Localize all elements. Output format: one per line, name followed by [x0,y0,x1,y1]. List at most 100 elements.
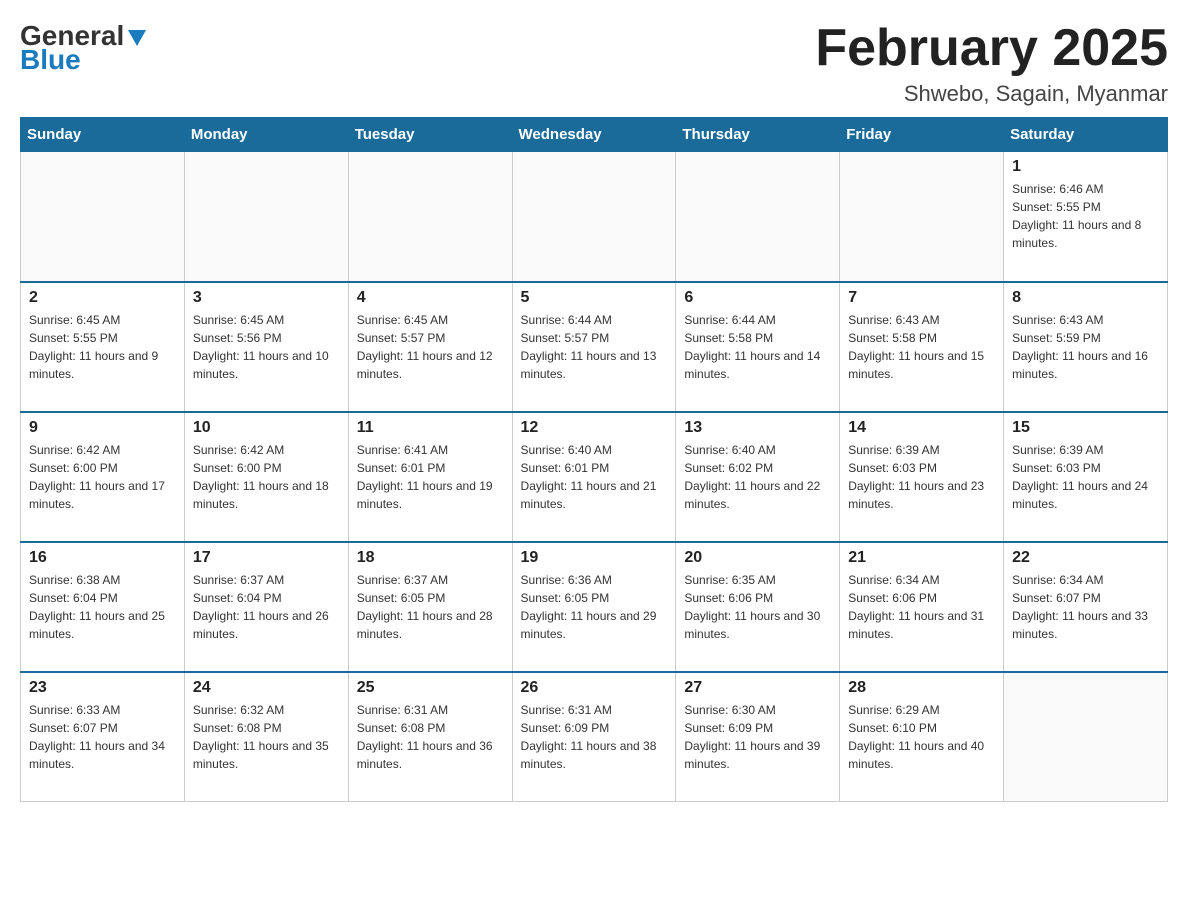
day-number: 20 [684,549,831,567]
table-row: 23 Sunrise: 6:33 AMSunset: 6:07 PMDayligh… [21,672,185,802]
day-number: 27 [684,679,831,697]
day-number: 22 [1012,549,1159,567]
day-info: Sunrise: 6:40 AMSunset: 6:02 PMDaylight:… [684,441,831,513]
table-row: 3 Sunrise: 6:45 AMSunset: 5:56 PMDaylight… [184,282,348,412]
col-thursday: Thursday [676,118,840,152]
table-row: 28 Sunrise: 6:29 AMSunset: 6:10 PMDayligh… [840,672,1004,802]
table-row: 19 Sunrise: 6:36 AMSunset: 6:05 PMDayligh… [512,542,676,672]
day-info: Sunrise: 6:34 AMSunset: 6:07 PMDaylight:… [1012,571,1159,643]
day-info: Sunrise: 6:45 AMSunset: 5:57 PMDaylight:… [357,311,504,383]
col-wednesday: Wednesday [512,118,676,152]
day-info: Sunrise: 6:35 AMSunset: 6:06 PMDaylight:… [684,571,831,643]
day-info: Sunrise: 6:32 AMSunset: 6:08 PMDaylight:… [193,701,340,773]
day-number: 25 [357,679,504,697]
table-row: 26 Sunrise: 6:31 AMSunset: 6:09 PMDayligh… [512,672,676,802]
day-number: 9 [29,419,176,437]
title-block: February 2025 Shwebo, Sagain, Myanmar [815,20,1168,107]
day-info: Sunrise: 6:29 AMSunset: 6:10 PMDaylight:… [848,701,995,773]
day-info: Sunrise: 6:34 AMSunset: 6:06 PMDaylight:… [848,571,995,643]
col-saturday: Saturday [1004,118,1168,152]
day-info: Sunrise: 6:45 AMSunset: 5:56 PMDaylight:… [193,311,340,383]
day-number: 13 [684,419,831,437]
table-row: 18 Sunrise: 6:37 AMSunset: 6:05 PMDayligh… [348,542,512,672]
table-row [184,152,348,282]
day-info: Sunrise: 6:41 AMSunset: 6:01 PMDaylight:… [357,441,504,513]
day-info: Sunrise: 6:37 AMSunset: 6:05 PMDaylight:… [357,571,504,643]
day-number: 4 [357,289,504,307]
day-number: 3 [193,289,340,307]
day-info: Sunrise: 6:39 AMSunset: 6:03 PMDaylight:… [848,441,995,513]
day-number: 19 [521,549,668,567]
table-row: 5 Sunrise: 6:44 AMSunset: 5:57 PMDaylight… [512,282,676,412]
table-row: 16 Sunrise: 6:38 AMSunset: 6:04 PMDayligh… [21,542,185,672]
day-info: Sunrise: 6:39 AMSunset: 6:03 PMDaylight:… [1012,441,1159,513]
day-info: Sunrise: 6:44 AMSunset: 5:57 PMDaylight:… [521,311,668,383]
day-info: Sunrise: 6:37 AMSunset: 6:04 PMDaylight:… [193,571,340,643]
day-info: Sunrise: 6:30 AMSunset: 6:09 PMDaylight:… [684,701,831,773]
table-row: 11 Sunrise: 6:41 AMSunset: 6:01 PMDayligh… [348,412,512,542]
day-info: Sunrise: 6:31 AMSunset: 6:08 PMDaylight:… [357,701,504,773]
day-info: Sunrise: 6:36 AMSunset: 6:05 PMDaylight:… [521,571,668,643]
day-info: Sunrise: 6:31 AMSunset: 6:09 PMDaylight:… [521,701,668,773]
table-row: 25 Sunrise: 6:31 AMSunset: 6:08 PMDayligh… [348,672,512,802]
day-info: Sunrise: 6:44 AMSunset: 5:58 PMDaylight:… [684,311,831,383]
day-info: Sunrise: 6:40 AMSunset: 6:01 PMDaylight:… [521,441,668,513]
col-sunday: Sunday [21,118,185,152]
day-info: Sunrise: 6:42 AMSunset: 6:00 PMDaylight:… [193,441,340,513]
table-row: 8 Sunrise: 6:43 AMSunset: 5:59 PMDaylight… [1004,282,1168,412]
day-number: 8 [1012,289,1159,307]
day-info: Sunrise: 6:46 AMSunset: 5:55 PMDaylight:… [1012,180,1159,252]
table-row: 27 Sunrise: 6:30 AMSunset: 6:09 PMDayligh… [676,672,840,802]
col-friday: Friday [840,118,1004,152]
day-number: 28 [848,679,995,697]
day-number: 18 [357,549,504,567]
day-number: 6 [684,289,831,307]
day-info: Sunrise: 6:43 AMSunset: 5:59 PMDaylight:… [1012,311,1159,383]
table-row: 7 Sunrise: 6:43 AMSunset: 5:58 PMDaylight… [840,282,1004,412]
day-number: 15 [1012,419,1159,437]
day-number: 24 [193,679,340,697]
table-row: 17Sunrise: 6:37 AMSunset: 6:04 PMDayligh… [184,542,348,672]
col-tuesday: Tuesday [348,118,512,152]
table-row: 20 Sunrise: 6:35 AMSunset: 6:06 PMDayligh… [676,542,840,672]
day-number: 1 [1012,158,1159,176]
day-number: 7 [848,289,995,307]
logo: General Blue [20,20,148,76]
table-row: 4 Sunrise: 6:45 AMSunset: 5:57 PMDaylight… [348,282,512,412]
table-row: 9 Sunrise: 6:42 AMSunset: 6:00 PMDaylight… [21,412,185,542]
day-info: Sunrise: 6:38 AMSunset: 6:04 PMDaylight:… [29,571,176,643]
calendar-header-row: Sunday Monday Tuesday Wednesday Thursday… [21,118,1168,152]
day-number: 14 [848,419,995,437]
table-row: 22 Sunrise: 6:34 AMSunset: 6:07 PMDayligh… [1004,542,1168,672]
table-row: 2 Sunrise: 6:45 AMSunset: 5:55 PMDaylight… [21,282,185,412]
day-number: 10 [193,419,340,437]
day-number: 21 [848,549,995,567]
day-info: Sunrise: 6:33 AMSunset: 6:07 PMDaylight:… [29,701,176,773]
day-number: 16 [29,549,176,567]
location-subtitle: Shwebo, Sagain, Myanmar [815,81,1168,107]
table-row: 24 Sunrise: 6:32 AMSunset: 6:08 PMDayligh… [184,672,348,802]
col-monday: Monday [184,118,348,152]
table-row: 10 Sunrise: 6:42 AMSunset: 6:00 PMDayligh… [184,412,348,542]
table-row: 13 Sunrise: 6:40 AMSunset: 6:02 PMDayligh… [676,412,840,542]
day-number: 11 [357,419,504,437]
table-row [21,152,185,282]
day-info: Sunrise: 6:43 AMSunset: 5:58 PMDaylight:… [848,311,995,383]
logo-blue-text: Blue [20,44,81,76]
day-number: 2 [29,289,176,307]
table-row: 14 Sunrise: 6:39 AMSunset: 6:03 PMDayligh… [840,412,1004,542]
day-info: Sunrise: 6:42 AMSunset: 6:00 PMDaylight:… [29,441,176,513]
table-row [840,152,1004,282]
table-row [676,152,840,282]
table-row [1004,672,1168,802]
page-header: General Blue February 2025 Shwebo, Sagai… [20,20,1168,107]
month-title: February 2025 [815,20,1168,77]
table-row: 12Sunrise: 6:40 AMSunset: 6:01 PMDayligh… [512,412,676,542]
day-info: Sunrise: 6:45 AMSunset: 5:55 PMDaylight:… [29,311,176,383]
logo-triangle-icon [126,26,148,48]
table-row [348,152,512,282]
day-number: 23 [29,679,176,697]
table-row: 21 Sunrise: 6:34 AMSunset: 6:06 PMDayligh… [840,542,1004,672]
day-number: 5 [521,289,668,307]
day-number: 26 [521,679,668,697]
